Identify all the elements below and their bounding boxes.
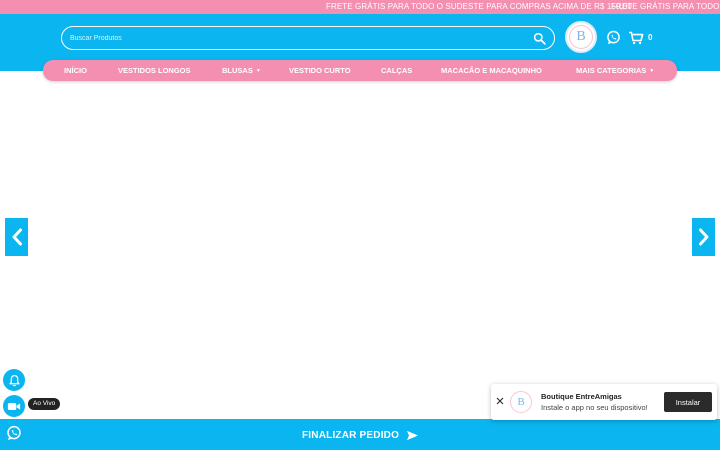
search-icon[interactable] bbox=[533, 32, 546, 45]
search-bar bbox=[61, 26, 555, 50]
nav-item-vestido-curto[interactable]: VESTIDO CURTO bbox=[289, 60, 351, 81]
chevron-right-icon bbox=[698, 228, 708, 246]
live-label: Ao Vivo bbox=[28, 398, 61, 410]
checkout-bar: FINALIZAR PEDIDO bbox=[0, 419, 720, 450]
send-icon bbox=[407, 430, 419, 440]
announcement-message: FRETE GRÁTIS PARA TODO O SUDESTE PARA CO… bbox=[326, 2, 632, 11]
whatsapp-float-button[interactable] bbox=[3, 422, 25, 444]
live-video-button[interactable] bbox=[3, 395, 25, 417]
chevron-left-icon bbox=[12, 228, 22, 246]
whatsapp-icon[interactable] bbox=[606, 30, 621, 45]
nav-item-label: BLUSAS bbox=[222, 66, 253, 75]
nav-item-mais-categorias[interactable]: MAIS CATEGORIAS ▼ bbox=[576, 60, 654, 81]
bell-icon bbox=[8, 374, 20, 386]
nav-item-blusas[interactable]: BLUSAS ▼ bbox=[222, 60, 261, 81]
install-button[interactable]: Instalar bbox=[664, 392, 712, 412]
finalizar-pedido-label: FINALIZAR PEDIDO bbox=[302, 429, 400, 441]
announcement-bar: FRETE GRÁTIS PARA TODO O SUDESTE PARA CO… bbox=[0, 0, 720, 14]
caret-down-icon: ▼ bbox=[649, 68, 655, 74]
category-nav: INÍCIO VESTIDOS LONGOS BLUSAS ▼ VESTIDO C… bbox=[43, 60, 677, 81]
cart-count: 0 bbox=[648, 33, 653, 42]
nav-item-label: VESTIDOS LONGOS bbox=[118, 66, 191, 75]
search-input[interactable] bbox=[70, 31, 520, 46]
nav-item-label: INÍCIO bbox=[64, 66, 87, 75]
nav-item-label: CALÇAS bbox=[381, 66, 413, 75]
nav-item-label: MACACÃO E MACAQUINHO bbox=[441, 66, 542, 75]
close-icon[interactable] bbox=[495, 396, 505, 406]
carousel-next-button[interactable] bbox=[692, 218, 715, 256]
install-app-prompt: B Boutique EntreAmigas Instale o app no … bbox=[491, 384, 717, 420]
nav-item-macacao[interactable]: MACACÃO E MACAQUINHO bbox=[441, 60, 542, 81]
cart-icon[interactable] bbox=[628, 31, 644, 45]
store-logo[interactable]: B bbox=[565, 21, 597, 53]
nav-item-inicio[interactable]: INÍCIO bbox=[64, 60, 87, 81]
nav-item-calcas[interactable]: CALÇAS bbox=[381, 60, 412, 81]
announcement-message-repeat: FRETE GRÁTIS PARA TODO O SUDESTE PARA CO… bbox=[611, 2, 720, 11]
caret-down-icon: ▼ bbox=[255, 68, 261, 74]
app-logo: B bbox=[510, 391, 532, 413]
carousel-prev-button[interactable] bbox=[5, 218, 28, 256]
store-logo-letter: B bbox=[569, 25, 593, 49]
nav-item-label: VESTIDO CURTO bbox=[289, 66, 351, 75]
app-title: Boutique EntreAmigas bbox=[541, 392, 622, 401]
notification-button[interactable] bbox=[3, 369, 25, 391]
nav-item-label: MAIS CATEGORIAS bbox=[576, 66, 647, 75]
nav-item-vestidos-longos[interactable]: VESTIDOS LONGOS bbox=[118, 60, 191, 81]
finalizar-pedido-button[interactable]: FINALIZAR PEDIDO bbox=[302, 427, 419, 443]
app-subtitle: Instale o app no seu dispositivo! bbox=[541, 403, 648, 412]
whatsapp-icon bbox=[7, 425, 21, 440]
video-icon bbox=[7, 402, 21, 410]
